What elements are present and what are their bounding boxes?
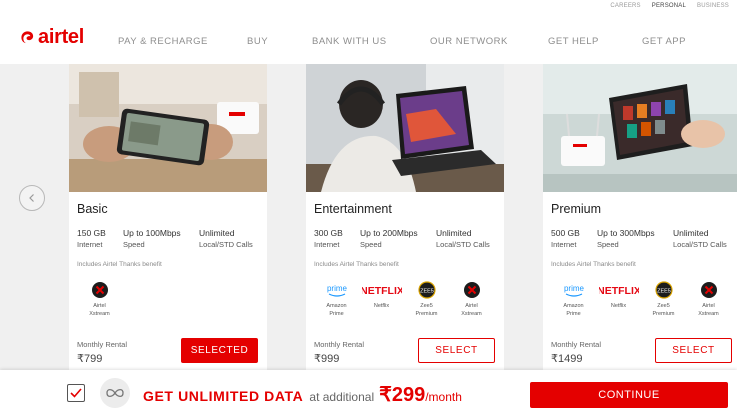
benefits-list: Airtel Xstream (77, 280, 122, 318)
nav-bank-with-us[interactable]: BANK WITH US (312, 36, 387, 47)
benefit-netflix[interactable]: NETFLIX Netflix (596, 280, 641, 318)
prime-icon: prime (563, 284, 584, 297)
offer-connector: at additional (309, 390, 375, 404)
zee5-icon: ZEE5 (417, 281, 436, 299)
airtel-logo[interactable]: airtel (20, 27, 84, 47)
infinity-badge (100, 378, 130, 408)
nav-get-app[interactable]: GET APP (642, 36, 686, 47)
airtel-swirl-icon (21, 30, 34, 43)
spec-internet: 150 GB Internet (77, 228, 106, 249)
plan-card-entertainment: Entertainment 300 GB Internet Up to 200Mb… (306, 64, 504, 370)
plan-image-entertainment (306, 64, 504, 192)
continue-button[interactable]: CONTINUE (530, 382, 728, 408)
nav-buy[interactable]: BUY (247, 36, 268, 47)
spec-calls: Unlimited Local/STD Calls (436, 228, 490, 249)
svg-text:NETFLIX: NETFLIX (599, 285, 639, 297)
thanks-note: Includes Airtel Thanks benefit (314, 261, 399, 268)
infinity-icon (106, 388, 124, 398)
spec-calls: Unlimited Local/STD Calls (673, 228, 727, 249)
checkmark-icon (70, 388, 82, 398)
carousel-prev-button[interactable] (19, 185, 45, 211)
offer-amount: ₹299 (379, 384, 426, 406)
svg-text:prime: prime (326, 284, 347, 293)
benefit-xstream[interactable]: Airtel Xstream (686, 280, 731, 318)
select-plan-button[interactable]: SELECT (418, 338, 495, 363)
svg-text:prime: prime (563, 284, 584, 293)
svg-text:NETFLIX: NETFLIX (362, 285, 402, 297)
svg-text:ZEE5: ZEE5 (420, 289, 434, 295)
plan-image-basic (69, 64, 267, 192)
unlimited-data-bar: GET UNLIMITED DATA at additional ₹299 /m… (0, 370, 737, 415)
plan-price: ₹999 (314, 353, 340, 365)
plan-price: ₹799 (77, 353, 103, 365)
rental-label: Monthly Rental (314, 340, 365, 349)
prime-icon: prime (326, 284, 347, 297)
benefit-amazon-prime[interactable]: prime Amazon Prime (551, 280, 596, 318)
benefits-list: prime Amazon Prime NETFLIX Netflix ZEE5 Z… (314, 280, 494, 318)
site-header: CAREERS PERSONAL BUSINESS airtel PAY & R… (0, 0, 737, 64)
plan-card-basic: Basic 150 GB Internet Up to 100Mbps Speed … (69, 64, 267, 370)
plan-price: ₹1499 (551, 353, 583, 365)
offer-period: /month (425, 390, 462, 404)
spec-calls: Unlimited Local/STD Calls (199, 228, 253, 249)
unlimited-data-offer: GET UNLIMITED DATA at additional ₹299 /m… (143, 382, 462, 407)
nav-get-help[interactable]: GET HELP (548, 36, 599, 47)
nav-pay-recharge[interactable]: PAY & RECHARGE (118, 36, 208, 47)
unlimited-data-checkbox[interactable] (67, 384, 85, 402)
spec-internet: 500 GB Internet (551, 228, 580, 249)
airtel-plans-page: CAREERS PERSONAL BUSINESS airtel PAY & R… (0, 0, 737, 415)
brand-name: airtel (38, 26, 85, 48)
benefits-list: prime Amazon Prime NETFLIX Netflix ZEE5 Z… (551, 280, 731, 318)
personal-link[interactable]: PERSONAL (652, 3, 686, 9)
spec-internet: 300 GB Internet (314, 228, 343, 249)
plan-image-premium (543, 64, 737, 192)
select-plan-button[interactable]: SELECTED (181, 338, 258, 363)
select-plan-button[interactable]: SELECT (655, 338, 732, 363)
svg-text:ZEE5: ZEE5 (657, 289, 671, 295)
spec-speed: Up to 300Mbps Speed (597, 228, 655, 249)
top-links: CAREERS PERSONAL BUSINESS (610, 3, 729, 9)
offer-title: GET UNLIMITED DATA (143, 388, 304, 404)
netflix-icon: NETFLIX (599, 285, 639, 297)
spec-speed: Up to 200Mbps Speed (360, 228, 418, 249)
rental-label: Monthly Rental (77, 340, 128, 349)
benefit-amazon-prime[interactable]: prime Amazon Prime (314, 280, 359, 318)
thanks-note: Includes Airtel Thanks benefit (77, 261, 162, 268)
chevron-left-icon (29, 194, 34, 202)
careers-link[interactable]: CAREERS (610, 3, 640, 9)
plan-name: Premium (551, 202, 602, 216)
thanks-note: Includes Airtel Thanks benefit (551, 261, 636, 268)
plan-name: Basic (77, 202, 108, 216)
xstream-icon (700, 282, 717, 298)
xstream-icon (91, 282, 108, 298)
xstream-icon (463, 282, 480, 298)
benefit-xstream[interactable]: Airtel Xstream (449, 280, 494, 318)
plan-name: Entertainment (314, 202, 392, 216)
zee5-icon: ZEE5 (654, 281, 673, 299)
benefit-netflix[interactable]: NETFLIX Netflix (359, 280, 404, 318)
rental-label: Monthly Rental (551, 340, 602, 349)
plan-card-premium: Premium 500 GB Internet Up to 300Mbps Spee… (543, 64, 737, 370)
benefit-zee5[interactable]: ZEE5 Zee5 Premium (641, 280, 686, 318)
benefit-xstream[interactable]: Airtel Xstream (77, 280, 122, 318)
business-link[interactable]: BUSINESS (697, 3, 729, 9)
netflix-icon: NETFLIX (362, 285, 402, 297)
nav-our-network[interactable]: OUR NETWORK (430, 36, 508, 47)
benefit-zee5[interactable]: ZEE5 Zee5 Premium (404, 280, 449, 318)
spec-speed: Up to 100Mbps Speed (123, 228, 181, 249)
